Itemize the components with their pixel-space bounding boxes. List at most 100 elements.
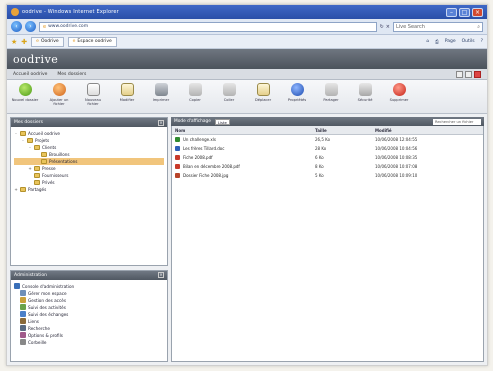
- favorites-star-icon[interactable]: ★: [11, 38, 17, 46]
- tree-toggle-icon[interactable]: +: [14, 186, 18, 193]
- tree-toggle-icon[interactable]: -: [28, 144, 32, 151]
- toolbar-button-4[interactable]: Imprimer: [147, 83, 175, 102]
- folders-panel: Mes dossiers × - Accueil oodrive - Projets -…: [10, 117, 168, 266]
- panel-close-icon[interactable]: ×: [158, 272, 164, 279]
- tree-toggle-icon[interactable]: -: [21, 137, 25, 144]
- admin-item-label: Recherche: [28, 325, 50, 331]
- settings-square-icon[interactable]: [465, 70, 472, 78]
- tree-toggle-icon[interactable]: -: [14, 130, 18, 137]
- toolbar-button-1[interactable]: Ajouter un fichier: [45, 83, 73, 106]
- folder-icon: [34, 145, 40, 150]
- admin-item[interactable]: Suivi des activités: [14, 304, 164, 311]
- admin-item-label: Liens: [28, 318, 39, 324]
- toolbar-button-6[interactable]: Coller: [215, 83, 243, 102]
- command-buttons: ⌂ ⎙ Page Outils ?: [426, 39, 483, 45]
- toolbar-button-8[interactable]: Propriétés: [283, 83, 311, 102]
- browser-command-bar: ★ ✚ e Oodrive e Espace oodrive ⌂ ⎙ Page …: [7, 35, 487, 49]
- toolbar-button-3[interactable]: Modifier: [113, 83, 141, 102]
- maximize-icon[interactable]: □: [459, 7, 470, 17]
- admin-item[interactable]: Gestion des accès: [14, 297, 164, 304]
- toolbar-button-label: Propriétés: [287, 98, 307, 102]
- subbar-home-link[interactable]: Accueil oodrive: [13, 72, 47, 77]
- admin-item-icon: [20, 332, 26, 339]
- home-icon[interactable]: ⌂: [426, 39, 429, 45]
- file-search-input[interactable]: Rechercher un fichier: [433, 118, 481, 125]
- command-page[interactable]: Page: [445, 39, 456, 45]
- tree-toggle-icon[interactable]: +: [28, 165, 32, 172]
- view-mode-select[interactable]: Liste: [214, 118, 230, 125]
- browser-tab[interactable]: e Oodrive: [31, 36, 64, 47]
- toolbar-button-5[interactable]: Copier: [181, 83, 209, 102]
- column-size[interactable]: Taille: [315, 128, 375, 133]
- file-modified: 10/06/2008 10:09:10: [375, 173, 418, 178]
- folders-panel-header: Mes dossiers ×: [11, 118, 167, 127]
- admin-item-label: Options & profils: [28, 332, 63, 338]
- file-row[interactable]: Fiche 2008.pdf 6 Ko 10/06/2008 10:08:35: [172, 153, 483, 162]
- toolbar-button-11[interactable]: Supprimer: [385, 83, 413, 102]
- app-toolbar: Nouvel dossier Ajouter un fichier Nouveau …: [7, 80, 487, 114]
- file-row[interactable]: Dossier Fiche 2008.jpg 5 Ko 10/06/2008 10:…: [172, 171, 483, 180]
- folder-tree-item[interactable]: - Accueil oodrive: [14, 130, 164, 137]
- folder-tree-item[interactable]: + Partagés: [14, 186, 164, 193]
- command-tools[interactable]: Outils: [462, 39, 475, 45]
- edit-icon: [120, 83, 134, 96]
- admin-item[interactable]: Gérer mon espace: [14, 290, 164, 297]
- folder-tree-item[interactable]: + Presse: [14, 165, 164, 172]
- column-modified[interactable]: Modifié: [375, 128, 475, 133]
- refresh-icon[interactable]: ↻: [380, 24, 384, 30]
- file-row[interactable]: Bilan en décembre 2008.pdf 8 Ko 10/06/2008…: [172, 162, 483, 171]
- folder-tree-item[interactable]: - Projets: [14, 137, 164, 144]
- file-row[interactable]: Les frères Tillard.doc 28 Ko 10/06/2008 10…: [172, 144, 483, 153]
- logout-icon[interactable]: [474, 70, 481, 78]
- admin-item[interactable]: Corbeille: [14, 339, 164, 346]
- panel-close-icon[interactable]: ×: [158, 119, 164, 126]
- search-icon[interactable]: ⌕: [477, 24, 480, 30]
- stop-icon[interactable]: ×: [386, 24, 390, 30]
- file-name-cell: Dossier Fiche 2008.jpg: [175, 173, 315, 178]
- delete-icon: [392, 83, 406, 96]
- url-field[interactable]: e www.oodrive.com: [39, 21, 377, 32]
- toolbar-button-0[interactable]: Nouvel dossier: [11, 83, 39, 102]
- toolbar-button-2[interactable]: Nouveau fichier: [79, 83, 107, 106]
- back-button[interactable]: ‹: [11, 21, 22, 32]
- folder-tree-item[interactable]: Privés: [14, 179, 164, 186]
- folder-tree-item[interactable]: - Clients: [14, 144, 164, 151]
- admin-item[interactable]: Options & profils: [14, 332, 164, 339]
- file-modified: 10/06/2008 12:04:55: [375, 137, 418, 142]
- admin-item[interactable]: Liens: [14, 318, 164, 325]
- column-name[interactable]: Nom: [175, 128, 315, 133]
- folder-tree-item[interactable]: Fournisseurs: [14, 172, 164, 179]
- lock-icon: [358, 83, 372, 96]
- help-icon[interactable]: ?: [481, 39, 483, 45]
- admin-item[interactable]: Recherche: [14, 325, 164, 332]
- page-icon: e: [43, 23, 47, 30]
- files-panel-header: Mode d'affichage Liste Rechercher un fic…: [171, 117, 484, 126]
- toolbar-button-10[interactable]: Sécurité: [351, 83, 379, 102]
- browser-tab-active[interactable]: e Espace oodrive: [67, 36, 117, 47]
- upload-icon: [52, 83, 66, 96]
- folder-tree-item[interactable]: Présentations: [14, 158, 164, 165]
- forward-button[interactable]: ›: [25, 21, 36, 32]
- toolbar-button-label: Partager: [323, 98, 339, 102]
- tab-page-icon: e: [36, 39, 39, 44]
- browser-search-input[interactable]: Live Search ⌕: [393, 21, 483, 32]
- paste-icon: [222, 83, 236, 96]
- minimize-icon[interactable]: –: [446, 7, 457, 17]
- admin-item-icon: [20, 290, 26, 297]
- admin-item-label: Gestion des accès: [28, 297, 67, 303]
- file-row[interactable]: Un challenge.xls 26,5 Ko 10/06/2008 12:04:…: [172, 135, 483, 144]
- tab-label: Oodrive: [40, 39, 59, 44]
- help-square-icon[interactable]: [456, 70, 463, 78]
- toolbar-button-9[interactable]: Partager: [317, 83, 345, 102]
- admin-item[interactable]: Suivi des échanges: [14, 311, 164, 318]
- folder-tree-item[interactable]: Brouillons: [14, 151, 164, 158]
- print-icon[interactable]: ⎙: [435, 39, 439, 45]
- add-favorite-icon[interactable]: ✚: [21, 38, 27, 46]
- toolbar-button-7[interactable]: Déplacer: [249, 83, 277, 102]
- subbar-folders-link[interactable]: Mes dossiers: [57, 72, 86, 77]
- admin-item-label: Corbeille: [28, 339, 47, 345]
- close-icon[interactable]: ×: [472, 7, 483, 17]
- file-name: Dossier Fiche 2008.jpg: [183, 173, 229, 178]
- admin-item[interactable]: Console d'administration: [14, 283, 164, 290]
- admin-item-icon: [14, 283, 20, 290]
